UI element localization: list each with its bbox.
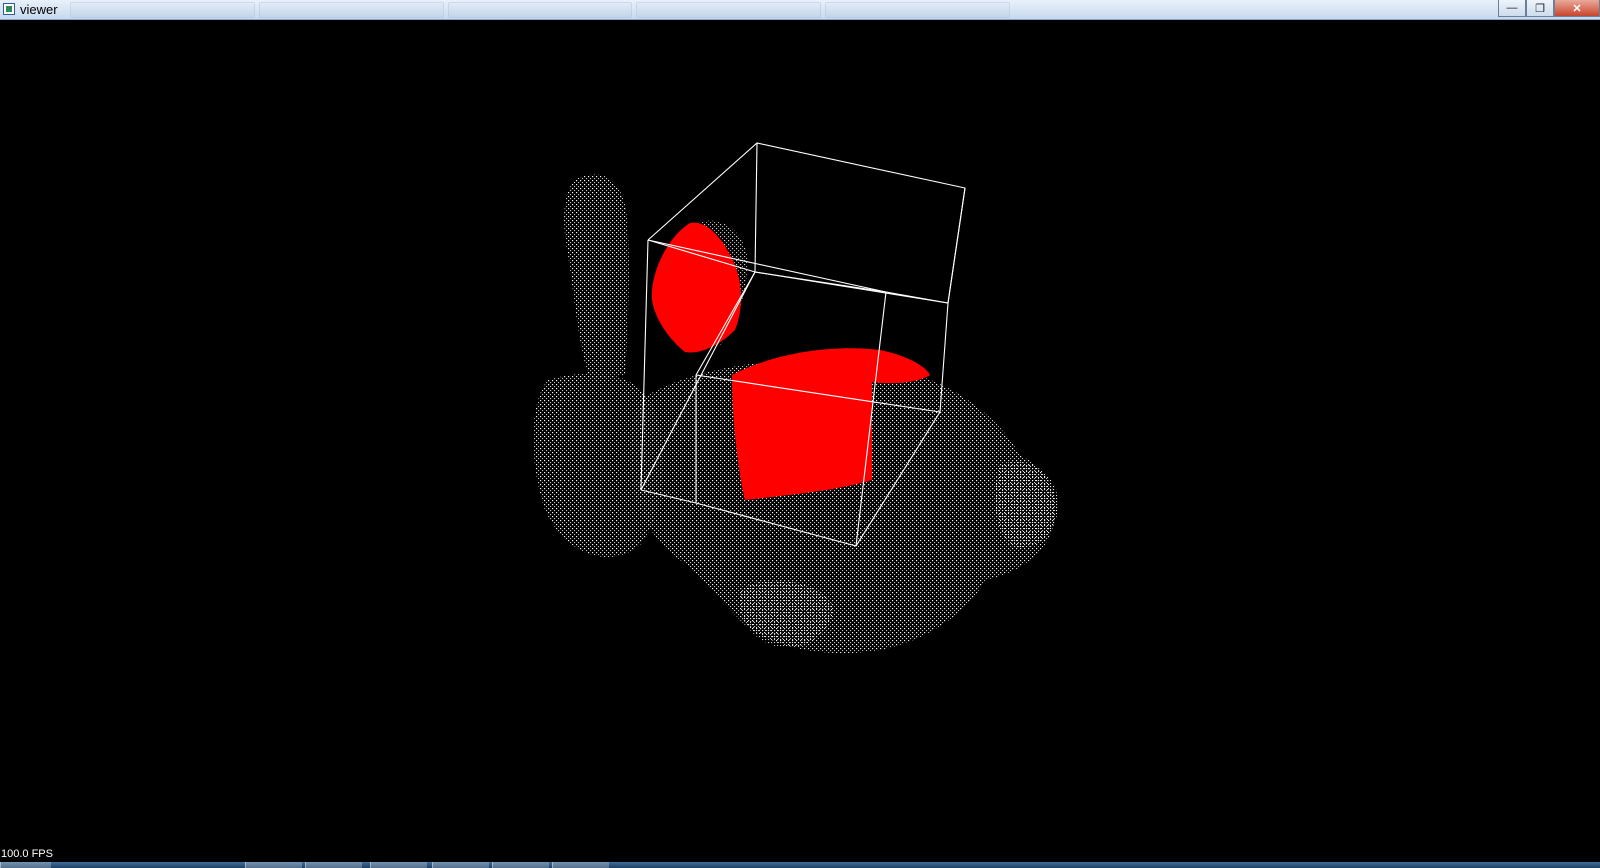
title-bar[interactable]: viewer — ❐ ✕	[0, 0, 1600, 20]
start-button[interactable]	[0, 862, 51, 868]
background-tab	[825, 2, 1010, 18]
background-tab	[70, 2, 255, 18]
app-icon[interactable]	[3, 3, 15, 15]
background-tab	[258, 2, 444, 18]
background-tab	[636, 2, 822, 18]
background-tabs	[70, 2, 1010, 18]
minimize-button[interactable]: —	[1498, 0, 1526, 17]
taskbar-item[interactable]	[492, 862, 549, 868]
restore-button[interactable]: ❐	[1526, 0, 1554, 17]
taskbar-item[interactable]	[370, 862, 427, 868]
window-controls: — ❐ ✕	[1498, 0, 1600, 18]
window-title: viewer	[20, 2, 58, 17]
taskbar[interactable]	[0, 862, 1600, 868]
taskbar-item[interactable]	[305, 862, 362, 868]
point-cloud-render[interactable]	[0, 20, 1600, 860]
background-tab	[447, 2, 633, 18]
close-button[interactable]: ✕	[1554, 0, 1600, 17]
taskbar-item[interactable]	[245, 862, 302, 868]
3d-viewport[interactable]	[0, 20, 1600, 860]
taskbar-item[interactable]	[552, 862, 609, 868]
taskbar-item[interactable]	[432, 862, 489, 868]
fps-counter: 100.0 FPS	[1, 848, 53, 860]
